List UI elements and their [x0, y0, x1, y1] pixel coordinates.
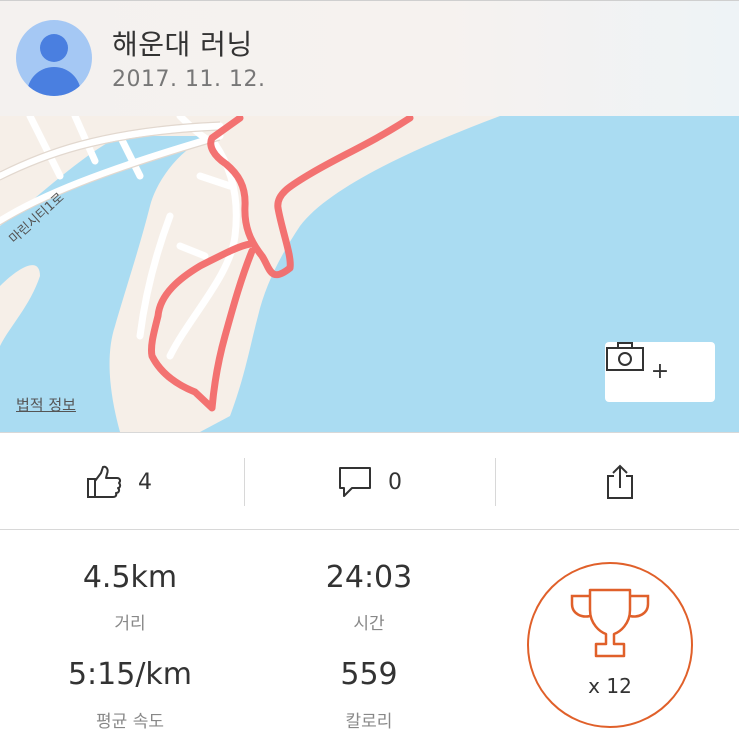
distance-label: 거리 [114, 614, 146, 634]
avatar[interactable] [16, 20, 92, 96]
like-count: 4 [138, 469, 152, 495]
add-photo-button[interactable]: + [605, 342, 715, 402]
comment-count: 0 [388, 469, 402, 495]
avatar-body-shape [27, 67, 81, 96]
activity-title: 해운대 러닝 [112, 28, 253, 61]
time-value: 24:03 [325, 560, 413, 595]
comment-button[interactable]: 0 [338, 433, 402, 531]
route-map[interactable]: 마린시티1로 법적 정보 + [0, 116, 739, 432]
comment-icon [339, 467, 371, 497]
like-button[interactable]: 4 [86, 433, 152, 531]
time-label: 시간 [353, 614, 385, 634]
achievements-badge[interactable]: x 12 [527, 562, 693, 728]
calories-value: 559 [340, 657, 398, 692]
pace-label: 평균 속도 [96, 712, 164, 732]
distance-value: 4.5km [82, 560, 178, 595]
avatar-head-shape [40, 34, 68, 62]
trophy-icon [570, 588, 650, 658]
action-bar: 4 0 [0, 432, 739, 530]
divider [495, 458, 496, 506]
share-icon [607, 464, 633, 499]
map-land-north [0, 116, 500, 432]
activity-header: 해운대 러닝 2017. 11. 12. [0, 0, 739, 116]
activity-date: 2017. 11. 12. [112, 67, 266, 92]
divider [244, 458, 245, 506]
thumbs-up-icon [87, 465, 122, 498]
camera-icon [606, 342, 644, 371]
map-land-west [0, 265, 40, 346]
share-button[interactable] [606, 433, 634, 531]
legal-info-link[interactable]: 법적 정보 [16, 394, 76, 415]
pace-value: 5:15/km [67, 657, 193, 692]
achievement-count: x 12 [588, 674, 632, 698]
add-plus-icon: + [650, 359, 670, 384]
calories-label: 칼로리 [345, 712, 393, 732]
